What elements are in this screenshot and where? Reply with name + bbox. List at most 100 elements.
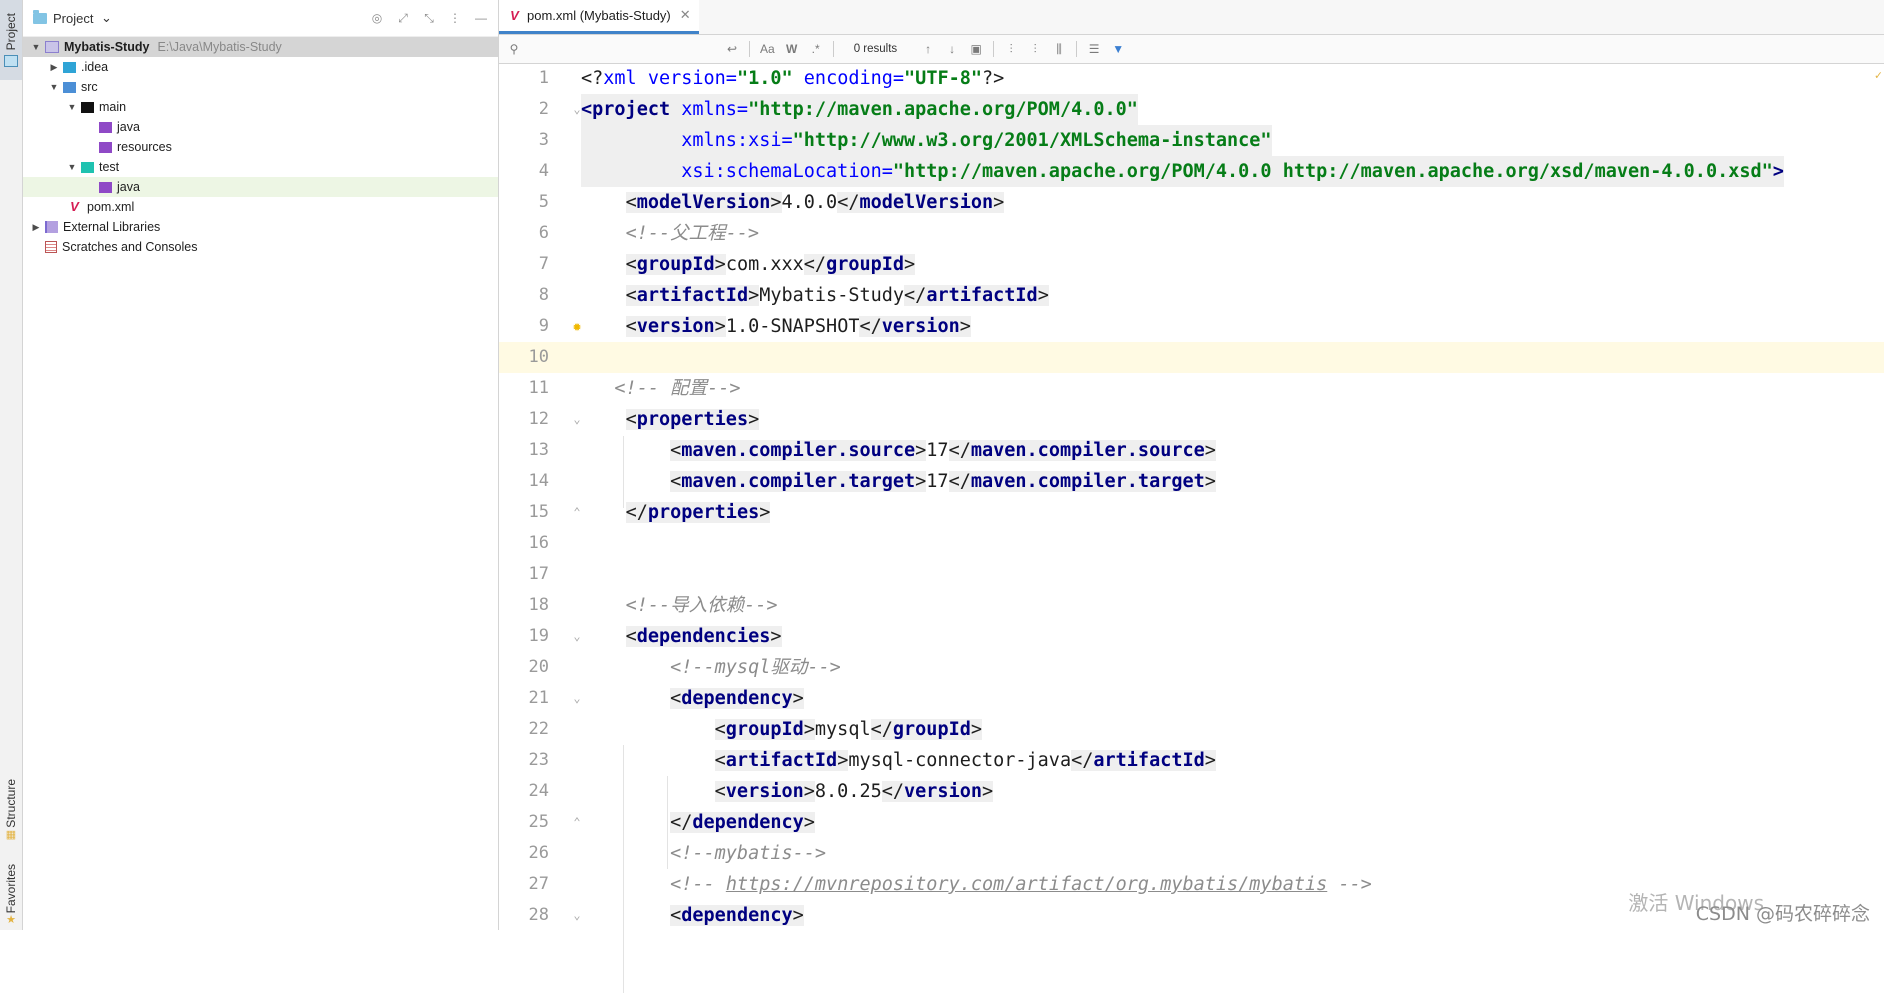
expand-all-icon[interactable]: ⤢ <box>396 11 410 26</box>
test-folder-icon <box>81 161 94 173</box>
chevron-down-icon[interactable]: ▼ <box>65 97 79 117</box>
tree-item-label: Scratches and Consoles <box>62 240 198 254</box>
code-line: 5 <modelVersion>4.0.0</modelVersion> <box>538 192 1005 213</box>
tree-item-path: E:\Java\Mybatis-Study <box>157 40 282 54</box>
chevron-right-icon[interactable]: ▶ <box>29 217 43 237</box>
code-line: 22 <groupId>mysql</groupId> <box>528 719 982 740</box>
structure-tool-tab-label: Structure <box>4 779 18 828</box>
project-panel: Project ⌄ ◎ ⤢ ⤡ ⋮ — ▼ Mybatis-Study E:\J… <box>23 0 499 930</box>
tree-item-label: Mybatis-Study <box>64 40 150 54</box>
history-icon[interactable]: ↩ <box>725 42 739 56</box>
match-case-toggle[interactable]: Aa <box>760 42 775 56</box>
tree-item-label: src <box>81 80 98 94</box>
code-line-current: 10 <box>499 342 1884 373</box>
remove-occurrence-icon[interactable]: ⫶ <box>1028 42 1042 57</box>
regex-toggle[interactable]: .* <box>809 42 823 56</box>
tree-item-label: test <box>99 160 120 174</box>
tree-item-label: resources <box>117 140 172 154</box>
tree-item-external-libraries[interactable]: ▶ External Libraries <box>23 217 498 237</box>
select-all-occurrences-icon[interactable]: ▣ <box>969 42 983 56</box>
in-selection-icon[interactable]: ☰ <box>1087 42 1101 56</box>
code-line: 16 <box>528 533 549 553</box>
project-folder-icon <box>33 9 47 24</box>
editor: V pom.xml (Mybatis-Study) ✕ ⚲ ↩ Aa W .* … <box>499 0 1884 993</box>
favorites-tool-tab[interactable]: Favorites ★ <box>0 860 22 930</box>
idea-folder-icon <box>63 61 76 73</box>
code-line: 12 ⌄ <properties> <box>499 404 1884 435</box>
test-source-root-icon <box>99 181 112 193</box>
tree-item-label: java <box>117 120 140 134</box>
tree-item-resources[interactable]: resources <box>23 137 498 157</box>
code-line: 8 <artifactId>Mybatis-Study</artifactId> <box>538 285 1049 306</box>
tree-item-main-java[interactable]: java <box>23 117 498 137</box>
code-line: 4 xsi:schemaLocation="http://maven.apach… <box>499 156 1884 187</box>
libraries-icon <box>45 221 58 233</box>
scratches-icon <box>45 241 57 253</box>
options-icon[interactable]: ⋮ <box>448 11 462 25</box>
favorites-tool-tab-label: Favorites <box>4 863 18 914</box>
tree-item-label: main <box>99 100 127 114</box>
code-line: 15 ⌃ </properties> <box>499 497 1884 528</box>
search-input[interactable] <box>531 38 715 60</box>
project-view-selector[interactable]: Project <box>53 11 93 26</box>
tree-item-scratches[interactable]: Scratches and Consoles <box>23 237 498 257</box>
code-line: 20 <!--mysql驱动--> <box>528 657 841 678</box>
tree-item-mybatis-study[interactable]: ▼ Mybatis-Study E:\Java\Mybatis-Study <box>23 37 498 57</box>
maven-icon: V <box>70 199 79 214</box>
close-icon[interactable]: ✕ <box>680 7 691 23</box>
chevron-down-icon[interactable]: ⌄ <box>99 10 113 26</box>
locate-icon[interactable]: ◎ <box>370 11 384 25</box>
chevron-right-icon[interactable]: ▶ <box>47 57 61 77</box>
source-folder-icon <box>63 81 76 93</box>
add-occurrence-icon[interactable]: ⫶ <box>1004 42 1018 57</box>
code-line: 1 <?xml version="1.0" encoding="UTF-8"?> <box>538 68 1005 89</box>
minimize-icon[interactable]: — <box>474 11 488 25</box>
tree-item-test[interactable]: ▼ test <box>23 157 498 177</box>
structure-tool-tab[interactable]: Structure ▦ <box>0 770 22 850</box>
find-bar: ⚲ ↩ Aa W .* 0 results ↑ ↓ ▣ ⫶ ⫶ ⫼ ☰ ▼ <box>499 35 1884 64</box>
code-line: 2 ⌄ <project xmlns="http://maven.apache.or… <box>499 94 1884 125</box>
select-all-icon[interactable]: ⫼ <box>1052 42 1066 57</box>
code-line: 26 <!--mybatis--> <box>528 843 827 864</box>
comment-url-link[interactable]: https://mvnrepository.com/artifact/org.m… <box>726 874 1327 895</box>
structure-icon: ▦ <box>5 828 17 841</box>
search-results-count: 0 results <box>853 43 898 55</box>
filter-icon[interactable]: ▼ <box>1111 42 1125 56</box>
tab-label: pom.xml (Mybatis-Study) <box>527 7 671 23</box>
search-icon[interactable]: ⚲ <box>507 42 521 56</box>
project-tool-tab-label: Project <box>4 13 18 51</box>
tree-item-idea[interactable]: ▶ .idea <box>23 57 498 77</box>
csdn-watermark: CSDN @码农碎碎念 <box>1695 903 1870 925</box>
code-line: 14 <maven.compiler.target>17</maven.comp… <box>528 471 1216 492</box>
tree-item-label: External Libraries <box>63 220 161 234</box>
tree-item-src[interactable]: ▼ src <box>23 77 498 97</box>
chevron-down-icon[interactable]: ▼ <box>29 37 43 57</box>
module-folder-icon <box>45 41 59 53</box>
code-editor[interactable]: ✓ 1 <?xml version="1.0" encoding="UTF-8"?… <box>499 63 1884 993</box>
words-toggle[interactable]: W <box>785 42 799 56</box>
project-panel-header: Project ⌄ ◎ ⤢ ⤡ ⋮ — <box>23 0 498 37</box>
tab-pom-xml[interactable]: V pom.xml (Mybatis-Study) ✕ <box>499 0 699 34</box>
code-line: 11 <!-- 配置--> <box>528 378 741 399</box>
tree-item-pom[interactable]: V pom.xml <box>23 197 498 217</box>
editor-tabs: V pom.xml (Mybatis-Study) ✕ <box>499 0 1884 35</box>
code-line: 6 <!--父工程--> <box>538 223 760 244</box>
maven-icon: V <box>510 7 519 23</box>
collapse-all-icon[interactable]: ⤡ <box>422 11 436 26</box>
chevron-down-icon[interactable]: ▼ <box>65 157 79 177</box>
folder-icon <box>81 101 94 113</box>
code-line: 19 ⌄ <dependencies> <box>499 621 1884 652</box>
tool-window-stripe: Project Structure ▦ Favorites ★ <box>0 0 23 930</box>
arrow-up-icon[interactable]: ↑ <box>921 42 935 56</box>
project-tool-tab[interactable]: Project <box>0 0 22 80</box>
chevron-down-icon[interactable]: ▼ <box>47 77 61 97</box>
code-line: 9 ✹ <version>1.0-SNAPSHOT</version> <box>499 311 1884 342</box>
tree-item-test-java[interactable]: java <box>23 177 498 197</box>
arrow-down-icon[interactable]: ↓ <box>945 42 959 56</box>
code-line: 25 ⌃ </dependency> <box>499 807 1884 838</box>
star-icon: ★ <box>6 914 16 927</box>
project-tool-icon <box>4 54 18 67</box>
code-line: 21 ⌄ <dependency> <box>499 683 1884 714</box>
code-line: 7 <groupId>com.xxx</groupId> <box>538 254 916 275</box>
tree-item-main[interactable]: ▼ main <box>23 97 498 117</box>
